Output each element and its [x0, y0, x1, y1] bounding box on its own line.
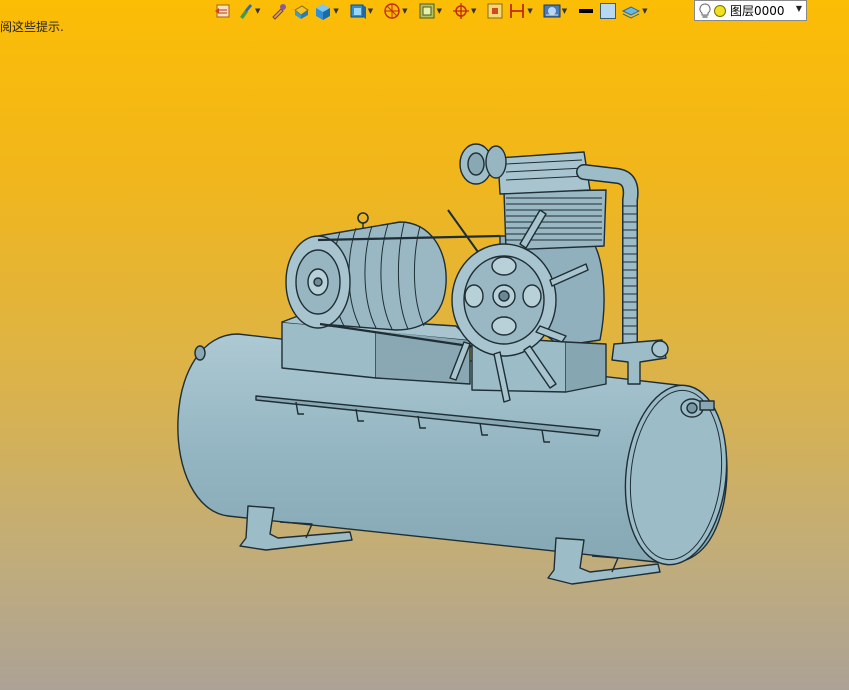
compressor-model[interactable]	[0, 0, 849, 690]
graphics-viewport[interactable]: 阅这些提示. ▼ ▼ ▼ ▼ ▼ ▼ ▼ ▼ ▼ 图层0000 ▼	[0, 0, 849, 690]
electric-motor[interactable]	[285, 212, 447, 331]
